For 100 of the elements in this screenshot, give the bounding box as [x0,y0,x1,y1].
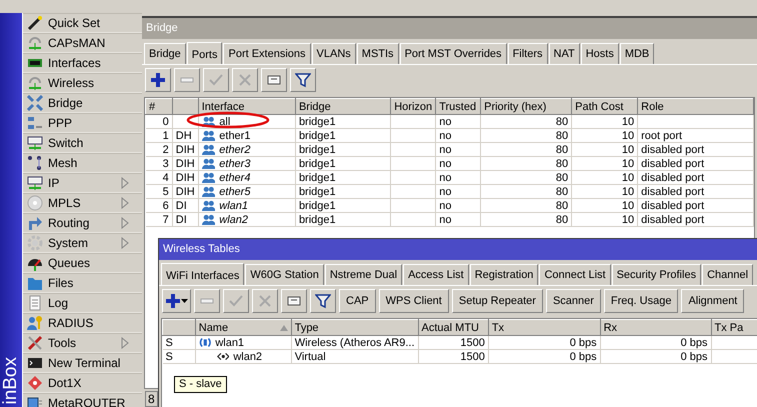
menu-item[interactable]: RADIUS [23,313,142,333]
menu-item[interactable]: CAPsMAN [23,33,142,53]
table-cell: all [219,116,230,128]
tab[interactable]: MSTIs [356,43,399,64]
menu-item[interactable]: Quick Set [23,13,142,33]
menu-item[interactable]: PPP [23,113,142,133]
column-header[interactable]: Type [291,320,418,336]
table-cell: disabled port [638,156,754,170]
window-title: Bridge [142,18,757,39]
table-cell: DH [172,128,198,142]
toolbar-button[interactable]: Alignment [681,289,744,313]
document-icon [27,295,43,311]
table-cell: no [436,198,481,212]
table-cell: 80 [480,170,572,184]
table-cell: 80 [480,114,572,128]
table-cell: 10 [572,128,638,142]
window-title: Wireless Tables [159,239,757,260]
table-cell: 1500 [418,336,488,350]
tab[interactable]: Nstreme Dual [324,264,402,285]
filter-button[interactable] [310,289,336,313]
menu-item[interactable]: Bridge [23,93,142,113]
column-header[interactable]: Interface [198,98,296,114]
tab[interactable]: Hosts [580,43,619,64]
network-icon [27,115,43,131]
menu-item[interactable]: Switch [23,133,142,153]
menu-item[interactable]: Tools [23,333,142,353]
tab[interactable]: Registration [470,264,538,285]
column-header[interactable]: Path Cost [572,98,638,114]
menu-item[interactable]: Routing [23,213,142,233]
table-cell: 2 [146,142,172,156]
tab[interactable]: W60G Station [245,264,324,285]
network-icon [27,175,43,191]
plus-icon [165,293,181,309]
table-cell: 5 [146,184,172,198]
folder-icon [27,275,43,291]
tab[interactable]: Bridge [144,43,186,64]
menu-item[interactable]: Mesh [23,153,142,173]
window-icon [27,395,43,407]
table-cell: bridge1 [295,184,391,198]
menu-item[interactable]: Wireless [23,73,142,93]
tab[interactable]: Security Profiles [612,264,702,285]
menu-item[interactable]: Queues [23,253,142,273]
table-cell: bridge1 [295,128,391,142]
column-header[interactable]: Horizon [390,98,436,114]
menu-item[interactable]: System [23,233,142,253]
table-cell: 80 [480,156,572,170]
table-cell: root port [638,128,754,142]
toolbar-button[interactable]: Setup Repeater [452,289,543,313]
table-cell: 80 [480,128,572,142]
column-header[interactable]: Rx [600,320,711,336]
column-header[interactable]: Role [638,98,754,114]
submenu-arrow-icon [121,337,129,349]
tab[interactable]: WiFi Interfaces [161,263,244,285]
column-header[interactable]: Priority (hex) [480,98,572,114]
comment-button[interactable] [281,289,307,313]
tab[interactable]: Filters [508,43,548,64]
comment-button[interactable] [261,68,287,92]
tab[interactable]: Channel [702,264,754,285]
column-header[interactable]: Trusted [436,98,481,114]
add-button[interactable] [145,68,171,92]
table-cell: disabled port [638,170,754,184]
users-icon [202,172,216,183]
column-header[interactable]: # [146,98,172,114]
toolbar-button[interactable]: WPS Client [378,289,449,313]
filter-button[interactable] [290,68,316,92]
tab[interactable]: Access List [403,264,469,285]
table-cell: no [436,142,481,156]
menu-item[interactable]: Interfaces [23,53,142,73]
column-header[interactable]: Name [195,320,292,336]
table-cell: Virtual [291,350,418,364]
column-header[interactable]: Tx Pa [711,320,757,336]
table-cell: 6 [146,198,172,212]
diamond-icon [27,375,43,391]
plus-icon [150,72,166,88]
column-header[interactable]: Bridge [295,98,391,114]
menu-item[interactable]: MPLS [23,193,142,213]
toolbar-button[interactable]: Scanner [546,289,601,313]
menu-item[interactable]: IP [23,173,142,193]
column-header[interactable]: Actual MTU [418,320,488,336]
menu-item[interactable]: Log [23,293,142,313]
menu-item[interactable]: Files [23,273,142,293]
tab[interactable]: VLANs [312,43,356,64]
status-count: 8 [145,391,158,407]
add-button[interactable] [162,289,191,313]
table-cell: ether4 [219,172,250,184]
tab[interactable]: NAT [548,43,580,64]
table-cell: 0 [146,114,172,128]
tab[interactable]: Port MST Overrides [400,43,507,64]
tab[interactable]: Ports [186,42,222,64]
toolbar-button[interactable]: Freq. Usage [604,289,678,313]
table-cell: no [436,184,481,198]
tab[interactable]: MDB [620,43,654,64]
table-cell: 80 [480,142,572,156]
tab[interactable]: Port Extensions [223,43,311,64]
tab[interactable]: Connect List [539,264,611,285]
menu-item[interactable]: MetaROUTER [23,393,142,407]
toolbar-button[interactable]: CAP [339,289,376,313]
menu-item[interactable]: New Terminal [23,353,142,373]
column-header[interactable]: Tx [488,320,600,336]
menu-item[interactable]: Dot1X [23,373,142,393]
